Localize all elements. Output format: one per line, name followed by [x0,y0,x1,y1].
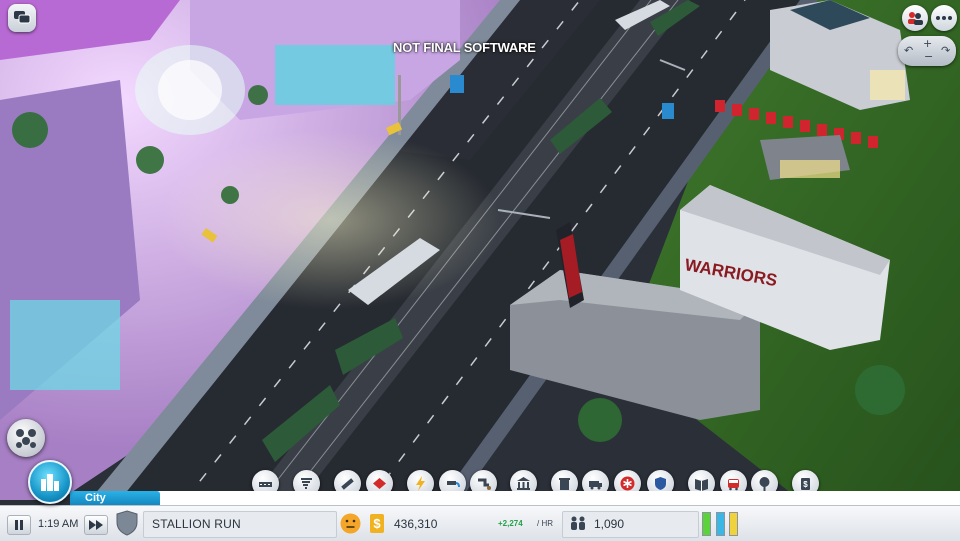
game-speed-button[interactable] [84,515,108,535]
city-skyline-icon [41,474,59,491]
happiness-face-icon[interactable] [340,513,361,534]
population-value: 1,090 [594,516,625,531]
police-badge-icon [655,477,666,490]
advisors-icon [16,429,36,448]
rotate-right-icon[interactable]: ↷ [941,44,950,57]
recycle-truck-icon [589,481,602,490]
svg-text:$: $ [373,516,381,531]
sewage-icon [478,478,491,490]
tab-city[interactable]: City [70,491,160,505]
zoom-in-icon[interactable]: + [923,37,932,50]
more-options-icon [936,16,952,20]
water-tap-icon [447,481,460,488]
city-scene: WARRIORS [0,0,960,540]
income-rate-unit: / HR [537,519,553,528]
industrial-demand-bar[interactable] [729,512,738,536]
city-view-button[interactable] [28,460,72,504]
game-clock: 1:19 AM [38,517,79,530]
city-viewport[interactable]: WARRIORS NOT FINAL SOFTWARE [0,0,960,540]
city-hall-icon [517,477,530,490]
trash-can-icon [559,478,570,490]
zone-tornado-icon [301,478,312,489]
residential-demand-bar[interactable] [702,512,711,536]
chat-icon [14,11,31,24]
advisors-button[interactable] [7,419,45,457]
population-icon [569,515,587,531]
pause-icon [15,520,23,530]
city-strip [70,491,960,505]
status-bar: 1:19 AM STALLION RUN $ 436,310 +2,274 / … [0,505,960,541]
pause-button[interactable] [7,515,31,535]
book-icon [695,479,708,491]
road-icon [259,482,272,487]
svg-text:$: $ [803,480,808,489]
money-bag-icon: $ [801,478,810,490]
pipe-icon [341,478,354,490]
funds-value: 436,310 [394,516,438,531]
zone-diamond-icon [373,478,386,489]
zoom-out-icon[interactable]: − [924,50,933,63]
city-shield-icon[interactable] [116,510,138,536]
rotate-left-icon[interactable]: ↶ [904,44,913,57]
friends-button[interactable] [902,5,928,31]
menu-button[interactable] [931,5,957,31]
tab-city-label: City [85,492,106,504]
watermark-text: NOT FINAL SOFTWARE [393,40,536,55]
fast-forward-icon [89,520,103,530]
lightning-icon [416,476,425,491]
bus-icon [728,479,739,491]
simoleon-icon[interactable]: $ [369,513,385,534]
tree-icon [759,477,770,491]
chat-button[interactable] [8,4,36,32]
city-name: STALLION RUN [152,516,241,531]
friends-icon [908,12,923,25]
medical-star-icon [620,476,635,491]
commercial-demand-bar[interactable] [716,512,725,536]
income-rate: +2,274 [498,519,523,528]
camera-controls[interactable]: ↶ + − ↷ [898,36,956,66]
